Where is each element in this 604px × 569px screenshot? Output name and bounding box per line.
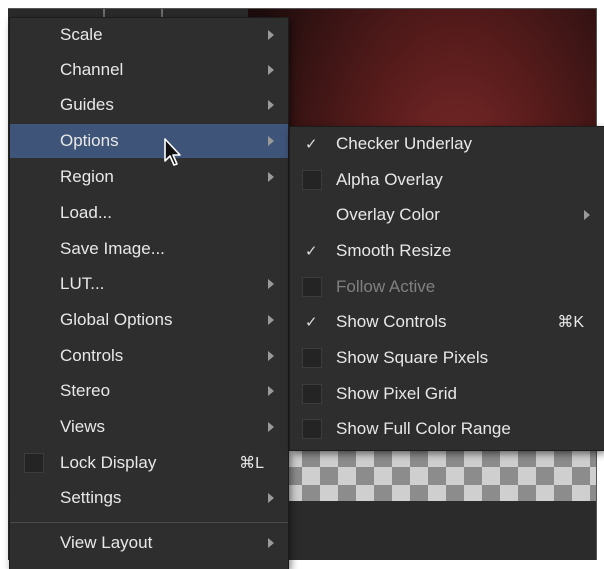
submenu-item-label: Alpha Overlay [336, 170, 443, 189]
show-full-color-range-checkbox[interactable] [302, 419, 322, 439]
menu-item-channel[interactable]: Channel [10, 53, 288, 87]
submenu-item-show-pixel-grid[interactable]: Show Pixel Grid [290, 377, 604, 411]
submenu-item-label: Overlay Color [336, 205, 440, 224]
submenu-arrow-icon [268, 538, 274, 548]
menu-item-load[interactable]: Load... [10, 196, 288, 230]
menu-item-save-image[interactable]: Save Image... [10, 232, 288, 266]
mouse-cursor-icon [164, 138, 181, 166]
menu-item-label: Lock Display [60, 453, 157, 472]
menu-item-label: Channel [60, 60, 124, 79]
menu-item-label: Options [60, 131, 119, 150]
checkmark-icon: ✓ [305, 314, 318, 331]
options-submenu: ✓ Checker Underlay Alpha Overlay Overlay… [290, 127, 604, 450]
submenu-arrow-icon [268, 315, 274, 325]
shortcut-label: ⌘L [239, 455, 264, 472]
checker-underlay-pattern [248, 449, 596, 501]
show-square-pixels-checkbox[interactable] [302, 348, 322, 368]
menu-item-label: Views [60, 417, 106, 436]
submenu-item-checker-underlay[interactable]: ✓ Checker Underlay [290, 127, 604, 161]
submenu-arrow-icon [268, 136, 274, 146]
submenu-item-label: Checker Underlay [336, 134, 473, 153]
menu-item-guides[interactable]: Guides [10, 88, 288, 122]
submenu-arrow-icon [268, 493, 274, 503]
submenu-item-show-square-pixels[interactable]: Show Square Pixels [290, 341, 604, 375]
menu-item-region[interactable]: Region [10, 160, 288, 194]
follow-active-checkbox [302, 277, 322, 297]
menu-item-label: View Layout [60, 533, 153, 552]
menu-item-label: Stereo [60, 381, 111, 400]
submenu-item-label: Follow Active [336, 277, 436, 296]
menu-item-stereo[interactable]: Stereo [10, 374, 288, 408]
submenu-arrow-icon [584, 210, 590, 220]
menu-item-label: Scale [60, 25, 103, 44]
menu-item-label: LUT... [60, 274, 105, 293]
menu-item-label: Guides [60, 95, 114, 114]
submenu-arrow-icon [268, 422, 274, 432]
submenu-item-label: Show Pixel Grid [336, 384, 457, 403]
submenu-item-follow-active: Follow Active [290, 270, 604, 304]
show-pixel-grid-checkbox[interactable] [302, 384, 322, 404]
submenu-item-show-controls[interactable]: ✓ Show Controls ⌘K [290, 305, 604, 339]
menu-item-options[interactable]: Options [10, 124, 288, 158]
menu-item-views[interactable]: Views [10, 410, 288, 444]
submenu-arrow-icon [268, 100, 274, 110]
menu-item-label: Settings [60, 488, 122, 507]
submenu-arrow-icon [268, 351, 274, 361]
submenu-item-label: Smooth Resize [336, 241, 452, 260]
menu-item-lut[interactable]: LUT... [10, 267, 288, 301]
submenu-arrow-icon [268, 30, 274, 40]
menu-item-label: Save Image... [60, 239, 165, 258]
submenu-item-label: Show Square Pixels [336, 348, 489, 367]
menu-item-label: Region [60, 167, 114, 186]
submenu-arrow-icon [268, 65, 274, 75]
menu-item-view-layout[interactable]: View Layout [10, 526, 288, 560]
menu-item-settings[interactable]: Settings [10, 481, 288, 515]
submenu-item-alpha-overlay[interactable]: Alpha Overlay [290, 163, 604, 197]
viewer-context-menu: Scale Channel Guides Options Region Load… [10, 18, 288, 569]
submenu-item-label: Show Controls [336, 312, 447, 331]
menu-item-global-options[interactable]: Global Options [10, 303, 288, 337]
submenu-item-show-full-color-range[interactable]: Show Full Color Range [290, 412, 604, 446]
submenu-item-smooth-resize[interactable]: ✓ Smooth Resize [290, 234, 604, 268]
submenu-item-overlay-color[interactable]: Overlay Color [290, 198, 604, 232]
alpha-overlay-checkbox[interactable] [302, 170, 322, 190]
menu-separator [10, 522, 288, 523]
submenu-arrow-icon [268, 386, 274, 396]
lock-display-checkbox[interactable] [24, 453, 44, 473]
submenu-arrow-icon [268, 279, 274, 289]
shortcut-label: ⌘K [557, 314, 584, 331]
menu-item-label: Controls [60, 346, 124, 365]
menu-item-label: Global Options [60, 310, 173, 329]
submenu-item-label: Show Full Color Range [336, 419, 511, 438]
checkmark-icon: ✓ [305, 243, 318, 260]
menu-item-lock-display[interactable]: Lock Display ⌘L [10, 446, 288, 480]
checkmark-icon: ✓ [305, 136, 318, 153]
submenu-arrow-icon [268, 172, 274, 182]
menu-item-controls[interactable]: Controls [10, 339, 288, 373]
menu-item-scale[interactable]: Scale [10, 18, 288, 52]
menu-item-label: Load... [60, 203, 112, 222]
